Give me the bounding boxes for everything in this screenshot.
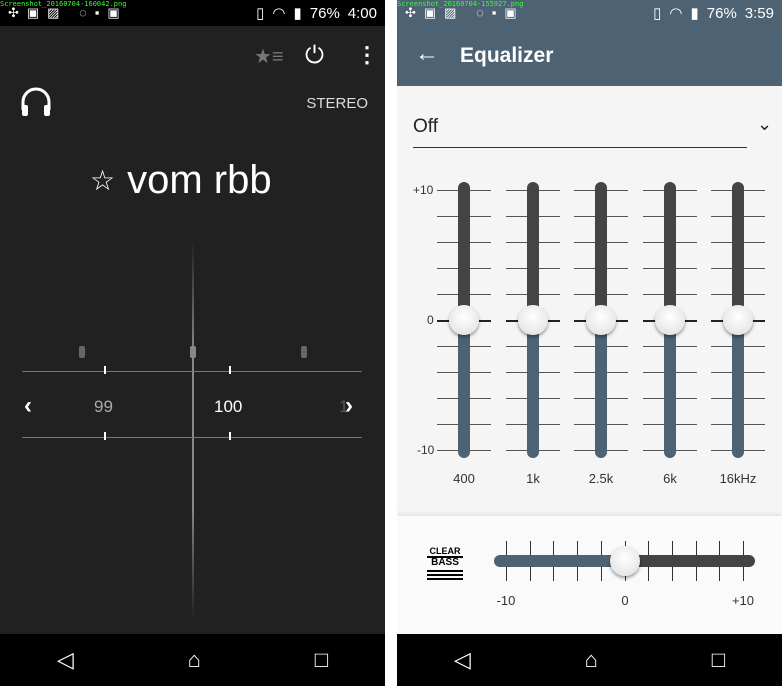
- clock: 3:59: [744, 4, 774, 22]
- preset-value: Off: [413, 116, 438, 137]
- band-thumb[interactable]: [723, 305, 753, 335]
- notification-icons: ✣▣▨ ◌▪▣: [8, 5, 128, 20]
- scale-label-mid: 0: [427, 313, 434, 327]
- frequency-scale-bottom: [22, 437, 362, 438]
- band-label: 16kHz: [719, 471, 757, 486]
- clear-bass-logo: CLEAR BASS: [427, 546, 463, 580]
- preset-marker[interactable]: [190, 346, 196, 358]
- sim-icon: ▮: [293, 5, 302, 22]
- bass-max-label: +10: [731, 593, 755, 608]
- band-label: 6k: [663, 471, 677, 486]
- clock: 4:00: [347, 4, 377, 22]
- radio-screen: Screenshot_20160704-160042.png ✣▣▨ ◌▪▣ ▯…: [0, 0, 385, 686]
- power-icon[interactable]: ⏻: [305, 42, 324, 70]
- sim-icon: ▮: [690, 5, 699, 22]
- bass-thumb[interactable]: [609, 546, 640, 576]
- band-track-upper[interactable]: [527, 182, 539, 320]
- band-track-upper[interactable]: [732, 182, 744, 320]
- band-thumb[interactable]: [586, 305, 616, 335]
- band-thumb[interactable]: [518, 305, 548, 335]
- status-bar: Screenshot_20160704-160042.png ✣▣▨ ◌▪▣ ▯…: [0, 0, 385, 26]
- navigation-bar: ◁ ⌂ □: [0, 634, 385, 686]
- vibrate-icon: ▯: [256, 5, 265, 22]
- wifi-icon: ◠: [669, 5, 683, 22]
- band-track-lower[interactable]: [527, 320, 539, 458]
- chevron-right-icon[interactable]: ›: [345, 392, 353, 420]
- chevron-down-icon[interactable]: ⌄: [757, 114, 772, 135]
- band-label: 2.5k: [588, 471, 614, 486]
- app-bar: ← Equalizer: [397, 26, 782, 86]
- equalizer-screen: Screenshot_20160704-155927.png ✣▣▨ ◌▪▣ ▯…: [397, 0, 782, 686]
- band-track-lower[interactable]: [458, 320, 470, 458]
- navigation-bar: ◁ ⌂ □: [397, 634, 782, 686]
- back-icon[interactable]: ◁: [454, 647, 471, 673]
- scale-major-tick: [104, 366, 106, 374]
- scale-label-top: +10: [413, 183, 434, 197]
- star-icon[interactable]: ☆: [90, 164, 115, 197]
- band-label: 1k: [526, 471, 540, 486]
- home-icon[interactable]: ⌂: [188, 647, 201, 673]
- band-track-upper[interactable]: [595, 182, 607, 320]
- band-label: 400: [453, 471, 475, 486]
- bass-min-label: -10: [496, 593, 516, 608]
- stereo-indicator: STEREO: [306, 95, 368, 112]
- status-bar: Screenshot_20160704-155927.png ✣▣▨ ◌▪▣ ▯…: [397, 0, 782, 26]
- band-track-upper[interactable]: [664, 182, 676, 320]
- band-track-lower[interactable]: [732, 320, 744, 458]
- preset-marker[interactable]: [79, 346, 85, 358]
- scale-major-tick: [229, 366, 231, 374]
- home-icon[interactable]: ⌂: [585, 647, 598, 673]
- scale-major-tick: [104, 432, 106, 440]
- notification-icons: ✣▣▨ ◌▪▣: [405, 5, 525, 20]
- battery-level: 76%: [309, 4, 340, 22]
- band-track-lower[interactable]: [664, 320, 676, 458]
- frequency-label: 100: [214, 397, 243, 416]
- frequency-label: 99: [94, 397, 113, 416]
- scale-label-bottom: -10: [417, 443, 435, 457]
- clear-bass-panel: CLEAR BASS -10 0 +10: [397, 516, 782, 634]
- station-name: vom rbb: [127, 158, 272, 202]
- bass-track-empty[interactable]: [624, 555, 755, 567]
- bass-mid-label: 0: [621, 593, 629, 608]
- battery-level: 76%: [706, 4, 737, 22]
- recents-icon[interactable]: □: [712, 647, 725, 673]
- bass-track-filled[interactable]: [494, 555, 625, 567]
- favorites-list-icon[interactable]: ★≡: [254, 44, 284, 69]
- page-title: Equalizer: [460, 44, 554, 67]
- band-track-upper[interactable]: [458, 182, 470, 320]
- tuning-needle[interactable]: [192, 240, 194, 620]
- chevron-left-icon[interactable]: ‹: [24, 392, 32, 420]
- preset-marker[interactable]: [301, 346, 307, 358]
- frequency-scale-top: [22, 371, 362, 372]
- back-icon[interactable]: ◁: [57, 647, 74, 673]
- scale-major-tick: [229, 432, 231, 440]
- more-icon[interactable]: ⋮: [356, 42, 378, 68]
- preset-dropdown[interactable]: Off: [413, 110, 747, 148]
- band-thumb[interactable]: [449, 305, 479, 335]
- wifi-icon: ◠: [272, 5, 286, 22]
- vibrate-icon: ▯: [653, 5, 662, 22]
- recents-icon[interactable]: □: [315, 647, 328, 673]
- band-thumb[interactable]: [655, 305, 685, 335]
- back-arrow-icon[interactable]: ←: [415, 40, 439, 68]
- band-track-lower[interactable]: [595, 320, 607, 458]
- headphones-icon[interactable]: [20, 86, 52, 118]
